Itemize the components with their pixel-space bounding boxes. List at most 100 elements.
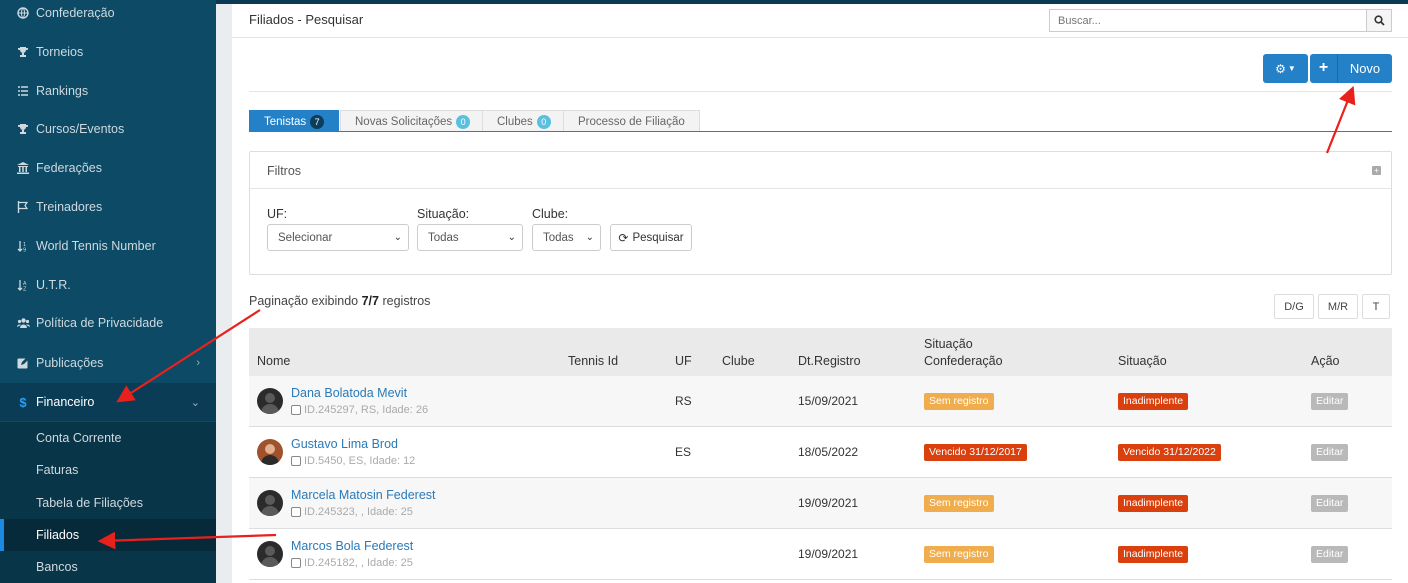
sidebar-subitem-label: Faturas xyxy=(36,463,79,477)
tab-label: Clubes xyxy=(497,115,533,128)
filter-search-button[interactable]: ⟳ Pesquisar xyxy=(610,224,692,251)
chevron-down-icon: ⌄ xyxy=(190,396,200,409)
uf-select-value: Selecionar xyxy=(278,231,333,244)
col-tennis-id[interactable]: Tennis Id xyxy=(568,354,618,368)
sidebar-item-label: Cursos/Eventos xyxy=(36,122,125,136)
tab-novas-solicitacoes[interactable]: Novas Solicitações 0 xyxy=(340,110,486,132)
expand-icon[interactable]: + xyxy=(1372,166,1381,175)
col-acao: Ação xyxy=(1311,354,1340,368)
sidebar-item-federacoes[interactable]: Federações xyxy=(0,149,216,187)
sidebar-subitem-tabela-filiacoes[interactable]: Tabela de Filiações xyxy=(0,487,216,519)
divider xyxy=(249,91,1392,92)
filters-panel: Filtros + UF: Selecionar ⌄ Situação: Tod… xyxy=(249,151,1392,275)
sidebar-item-publicacoes[interactable]: Publicações › xyxy=(0,344,216,382)
row-checkbox[interactable] xyxy=(291,507,301,517)
settings-dropdown-button[interactable]: ⚙ ▼ xyxy=(1263,54,1308,83)
page-title: Filiados - Pesquisar xyxy=(249,12,364,27)
new-button[interactable]: + Novo xyxy=(1310,54,1392,83)
edit-button[interactable]: Editar xyxy=(1311,393,1349,410)
status-badge-situacao: Vencido 31/12/2022 xyxy=(1118,444,1221,461)
edit-button[interactable]: Editar xyxy=(1311,444,1349,461)
col-situacao[interactable]: Situação xyxy=(1118,354,1167,368)
sidebar-item-label: Financeiro xyxy=(36,395,95,409)
sidebar-item-cursos[interactable]: Cursos/Eventos xyxy=(0,110,216,148)
col-clube[interactable]: Clube xyxy=(722,354,755,368)
cell-dt-registro: 19/09/2021 xyxy=(798,496,859,510)
sidebar-item-confederacao[interactable]: Confederação xyxy=(0,0,216,32)
row-checkbox[interactable] xyxy=(291,558,301,568)
chevron-down-icon: ⌄ xyxy=(507,232,516,243)
filters-header: Filtros + xyxy=(250,152,1391,189)
player-meta-text: ID.245182, , Idade: 25 xyxy=(304,557,413,569)
search-input[interactable] xyxy=(1049,9,1366,32)
trophy-icon xyxy=(16,122,30,136)
player-name-link[interactable]: Gustavo Lima Brod xyxy=(291,437,398,451)
sidebar: Confederação Torneios Rankings Cursos/Ev… xyxy=(0,0,216,583)
col-dt-registro[interactable]: Dt.Registro xyxy=(798,354,861,368)
player-name-link[interactable]: Marcos Bola Federest xyxy=(291,539,413,553)
view-dg-button[interactable]: D/G xyxy=(1274,294,1314,319)
cell-dt-registro: 19/09/2021 xyxy=(798,547,859,561)
clube-select[interactable]: Todas ⌄ xyxy=(532,224,601,251)
row-checkbox[interactable] xyxy=(291,456,301,466)
count-badge: 7 xyxy=(310,114,325,129)
filters-title: Filtros xyxy=(267,164,302,178)
sidebar-subitem-filiados[interactable]: Filiados xyxy=(0,519,216,551)
cell-dt-registro: 15/09/2021 xyxy=(798,394,859,408)
sidebar-item-label: Rankings xyxy=(36,84,89,98)
col-sit-conf-line2[interactable]: Confederação xyxy=(924,354,1003,368)
col-sit-conf-line1[interactable]: Situação xyxy=(924,337,973,351)
sidebar-subitem-conta-corrente[interactable]: Conta Corrente xyxy=(0,422,216,454)
situacao-select-value: Todas xyxy=(428,231,459,244)
player-name-link[interactable]: Marcela Matosin Federest xyxy=(291,488,436,502)
tab-processo-filiacao[interactable]: Processo de Filiação xyxy=(563,110,700,132)
avatar xyxy=(257,541,283,567)
chevron-right-icon: › xyxy=(196,357,200,369)
sidebar-item-label: World Tennis Number xyxy=(36,239,156,253)
sidebar-item-utr[interactable]: AZ U.T.R. xyxy=(0,266,216,304)
sidebar-item-financeiro[interactable]: $ Financeiro ⌄ xyxy=(0,383,216,421)
situacao-select[interactable]: Todas ⌄ xyxy=(417,224,523,251)
col-nome[interactable]: Nome xyxy=(257,354,290,368)
edit-button[interactable]: Editar xyxy=(1311,495,1349,512)
row-checkbox[interactable] xyxy=(291,405,301,415)
sidebar-item-torneios[interactable]: Torneios xyxy=(0,33,216,71)
tab-clubes[interactable]: Clubes 0 xyxy=(482,110,566,132)
sidebar-subitem-faturas[interactable]: Faturas xyxy=(0,454,216,486)
table-row: Marcela Matosin Federest ID.245323, , Id… xyxy=(249,478,1392,529)
status-badge-confederacao: Sem registro xyxy=(924,495,994,512)
sidebar-subitem-bancos[interactable]: Bancos xyxy=(0,551,216,583)
main-panel: Filiados - Pesquisar ⚙ ▼ + Novo Tenistas… xyxy=(232,4,1408,583)
users-icon xyxy=(16,316,30,330)
plus-icon: + xyxy=(1310,54,1338,83)
pagination-info: Paginação exibindo 7/7 registros xyxy=(249,294,430,308)
player-name-link[interactable]: Dana Bolatoda Mevit xyxy=(291,386,407,400)
sidebar-item-privacidade[interactable]: Política de Privacidade xyxy=(0,304,216,342)
sidebar-item-label: Política de Privacidade xyxy=(36,316,164,330)
sort-icon: AZ xyxy=(16,278,30,292)
flag-icon xyxy=(16,200,30,214)
col-uf[interactable]: UF xyxy=(675,354,692,368)
tab-tenistas[interactable]: Tenistas 7 xyxy=(249,110,340,132)
table-row: Marcos Bola Federest ID.245182, , Idade:… xyxy=(249,529,1392,580)
pagination-count: 7/7 xyxy=(361,294,379,308)
gear-icon: ⚙ xyxy=(1275,61,1286,76)
sidebar-item-treinadores[interactable]: Treinadores xyxy=(0,188,216,226)
search-button[interactable] xyxy=(1366,9,1392,32)
uf-select[interactable]: Selecionar ⌄ xyxy=(267,224,409,251)
player-meta: ID.245182, , Idade: 25 xyxy=(291,557,413,569)
sidebar-item-label: Federações xyxy=(36,161,103,175)
avatar xyxy=(257,490,283,516)
status-badge-situacao: Inadimplente xyxy=(1118,393,1189,410)
cell-uf: RS xyxy=(675,394,692,408)
sidebar-item-label: Torneios xyxy=(36,45,84,59)
content-gutter xyxy=(216,4,232,583)
sidebar-item-rankings[interactable]: Rankings xyxy=(0,72,216,110)
view-t-button[interactable]: T xyxy=(1362,294,1390,319)
player-meta-text: ID.245323, , Idade: 25 xyxy=(304,506,413,518)
edit-button[interactable]: Editar xyxy=(1311,546,1349,563)
avatar xyxy=(257,439,283,465)
sidebar-item-wtn[interactable]: 19 World Tennis Number xyxy=(0,227,216,265)
tab-label: Processo de Filiação xyxy=(578,115,685,128)
view-mr-button[interactable]: M/R xyxy=(1318,294,1358,319)
